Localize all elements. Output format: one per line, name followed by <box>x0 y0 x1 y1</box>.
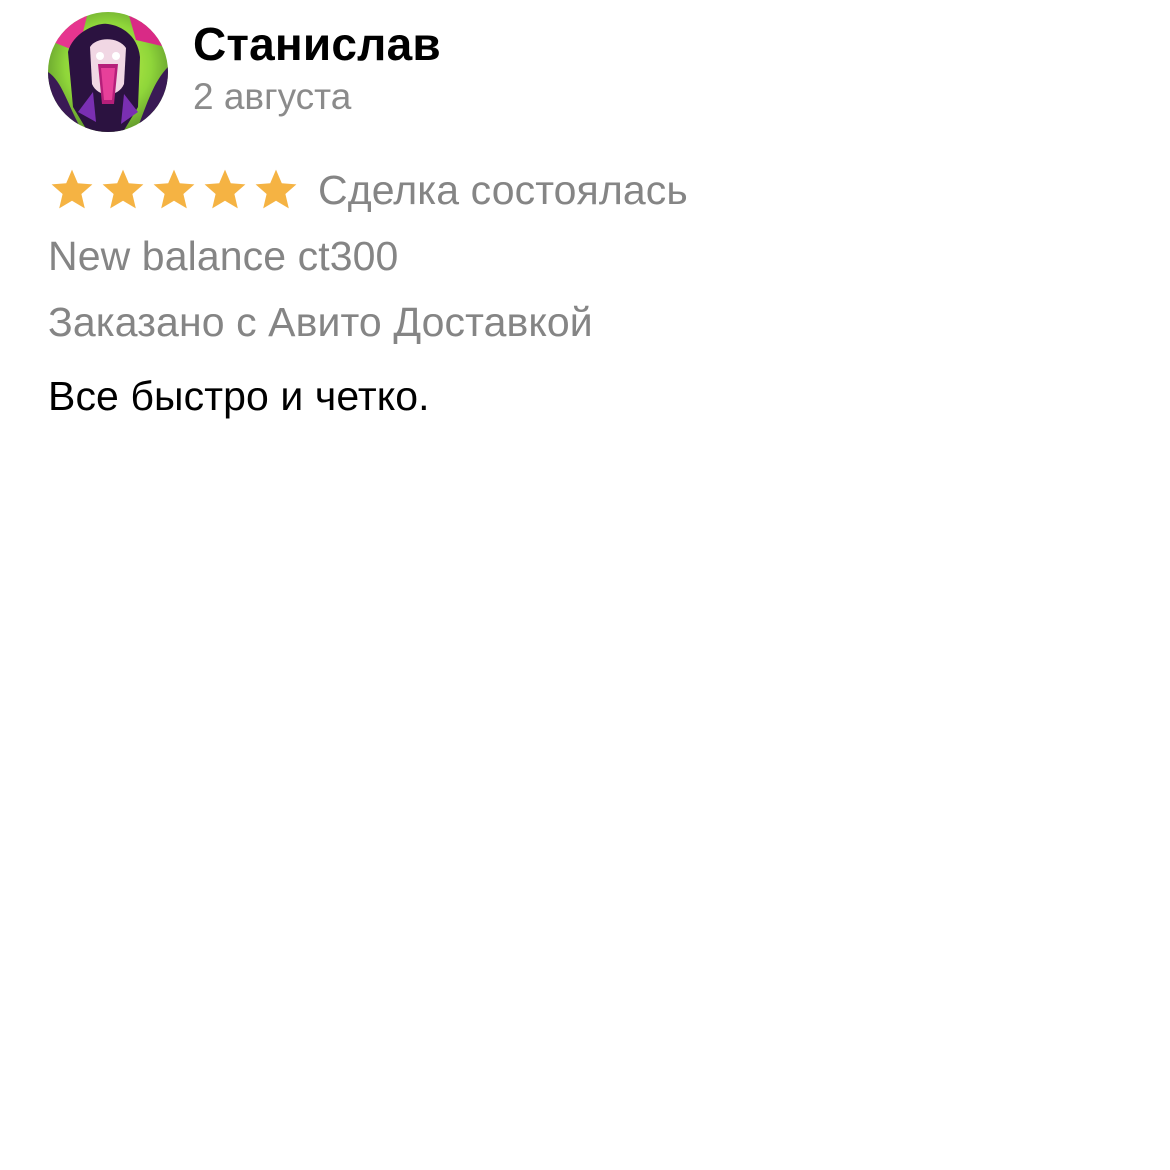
author-name[interactable]: Станислав <box>193 16 441 72</box>
delivery-note: Заказано с Авито Доставкой <box>48 299 593 345</box>
deal-status: Сделка состоялась <box>318 167 688 213</box>
review-date: 2 августа <box>193 76 352 117</box>
avatar[interactable] <box>48 12 168 132</box>
star-icon <box>252 166 300 214</box>
star-icon <box>150 166 198 214</box>
star-icon <box>48 166 96 214</box>
author-block: Станислав 2 августа <box>193 12 441 132</box>
star-icon <box>99 166 147 214</box>
review-card: Станислав 2 августа Сделка состоялась Ne… <box>48 12 1122 424</box>
review-header: Станислав 2 августа <box>48 12 1122 132</box>
avatar-image <box>48 12 168 132</box>
review-text: Все быстро и четко. <box>48 373 430 419</box>
item-name[interactable]: New balance ct300 <box>48 228 1122 284</box>
rating-row: Сделка состоялась <box>48 162 1122 218</box>
star-rating <box>48 162 303 218</box>
star-icon <box>201 166 249 214</box>
